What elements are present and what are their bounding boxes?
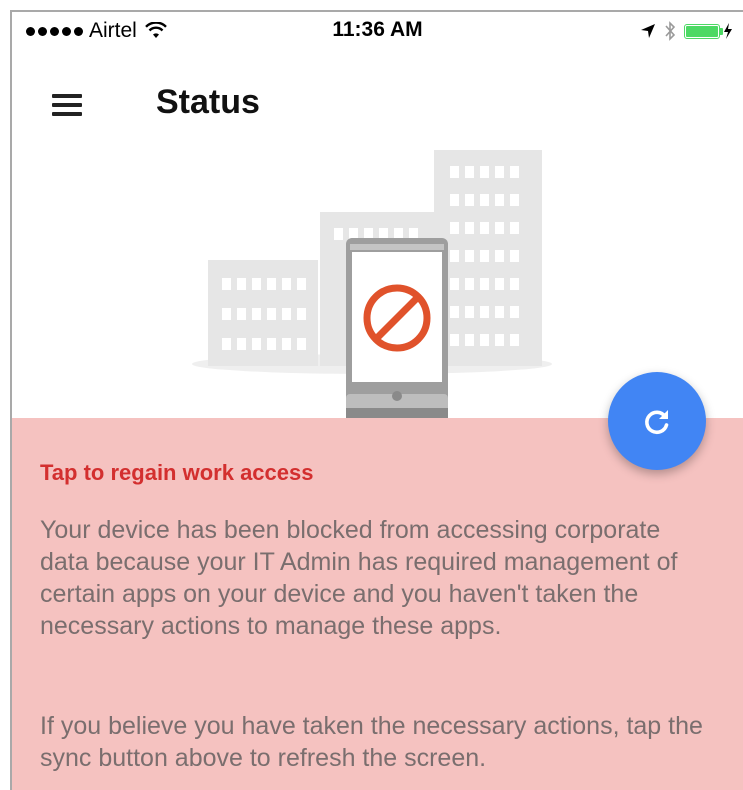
message-body: Your device has been blocked from access… <box>40 516 678 640</box>
app-screen: Airtel 11:36 AM Status Tap to regain wor… <box>10 10 743 790</box>
blocked-device-illustration <box>192 150 552 418</box>
app-bar: Status <box>12 50 743 140</box>
location-arrow-icon <box>641 24 655 38</box>
work-access-message-panel[interactable]: Tap to regain work access Your device ha… <box>12 418 743 790</box>
status-bar-right <box>640 21 733 41</box>
status-bar: Airtel 11:36 AM <box>12 12 743 50</box>
clock: 11:36 AM <box>332 18 423 41</box>
message-body-secondary: If you believe you have taken the necess… <box>40 712 703 772</box>
phone-icon <box>346 238 448 418</box>
page-title: Status <box>156 83 260 121</box>
charging-bolt-icon <box>724 23 732 39</box>
bluetooth-icon <box>665 21 676 41</box>
battery-icon <box>684 23 733 39</box>
message-title[interactable]: Tap to regain work access <box>40 460 313 486</box>
sync-button[interactable] <box>608 372 706 470</box>
hamburger-menu-icon[interactable] <box>52 94 82 118</box>
refresh-icon <box>645 410 669 435</box>
